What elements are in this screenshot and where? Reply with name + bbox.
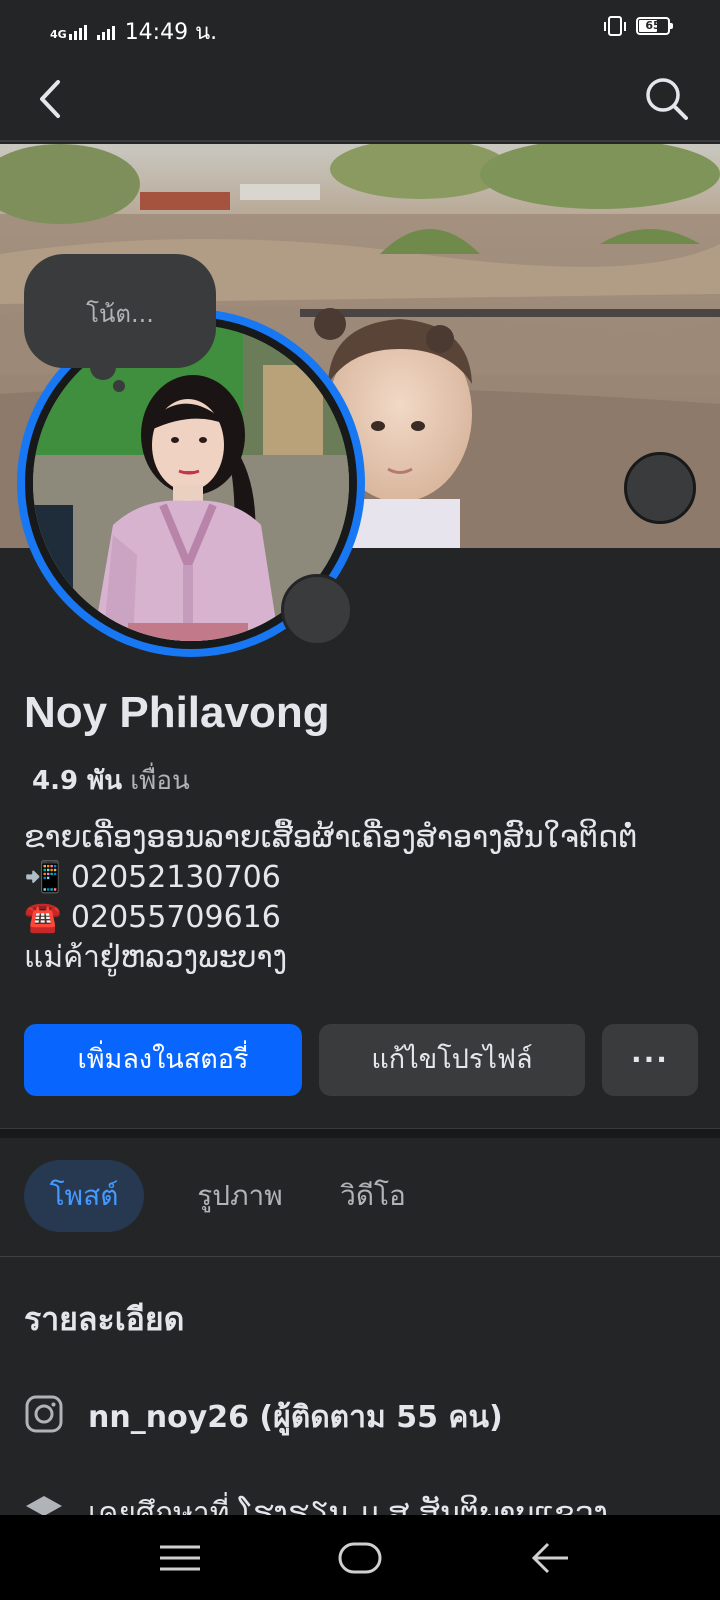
bio-line: แม่ค้าຢູ່ຫລວງພະບາງ xyxy=(24,940,288,975)
signal-icon-2 xyxy=(96,24,115,40)
app-header xyxy=(0,56,720,142)
network-type: 4G xyxy=(50,27,67,41)
more-options-button[interactable]: ··· xyxy=(602,1024,698,1096)
avatar-camera-button[interactable] xyxy=(281,574,353,646)
instagram-icon xyxy=(25,1395,63,1433)
clock: 14:49 น. xyxy=(124,20,218,45)
cover-camera-button[interactable] xyxy=(624,452,696,524)
friends-label: เพื่อน xyxy=(130,766,190,796)
vibrate-icon xyxy=(604,16,626,36)
status-right: 65 xyxy=(604,16,673,36)
tab-photos[interactable]: รูปภาพ xyxy=(170,1160,310,1232)
battery-icon: 65 xyxy=(636,17,673,35)
menu-icon xyxy=(160,1545,200,1571)
note-bubble[interactable]: โน้ต... xyxy=(24,254,216,368)
battery-level: 65 xyxy=(645,19,661,32)
edit-profile-button[interactable]: แก้ไขโปรไฟล์ xyxy=(319,1024,585,1096)
system-nav-bar xyxy=(0,1515,720,1600)
back-button[interactable] xyxy=(28,74,78,124)
signal-icon xyxy=(68,24,87,40)
instagram-handle: nn_noy26 (ผู้ติดตาม 55 คน) xyxy=(88,1400,503,1435)
add-to-story-button[interactable]: เพิ่มลงในสตอรี่ xyxy=(24,1024,302,1096)
system-back-button[interactable] xyxy=(520,1533,580,1583)
home-button[interactable] xyxy=(330,1533,390,1583)
recent-apps-button[interactable] xyxy=(150,1533,210,1583)
status-bar: 4G 14:49 น. 65 xyxy=(0,0,720,56)
bio-line: ຂາຍເຄື່ອງອອນລາຍເສື້ອຜ້າເຄື່ອງສຳອາງສົນໃຈຕ… xyxy=(24,820,638,855)
status-left: 4G 14:49 น. xyxy=(50,14,217,49)
back-arrow-icon xyxy=(531,1542,568,1574)
bio-line: ☎️ 02055709616 xyxy=(24,900,281,935)
chevron-left-icon xyxy=(40,80,60,118)
profile-name: Noy Philavong xyxy=(24,688,330,737)
details-heading: รายละเอียด xyxy=(24,1300,185,1338)
profile-actions: เพิ่มลงในสตอรี่ แก้ไขโปรไฟล์ ··· xyxy=(24,1024,698,1096)
profile-tabs: โพสต์ รูปภาพ วิดีโอ xyxy=(0,1160,720,1232)
search-icon xyxy=(646,78,688,120)
note-placeholder: โน้ต... xyxy=(86,300,154,328)
friends-count: 4.9 พัน xyxy=(32,766,123,796)
section-divider xyxy=(0,1128,720,1138)
tabs-divider xyxy=(0,1256,720,1257)
bio: ຂາຍເຄື່ອງອອນລາຍເສື້ອຜ້າເຄື່ອງສຳອາງສົນໃຈຕ… xyxy=(24,818,704,978)
detail-instagram[interactable]: nn_noy26 (ผู้ติดตาม 55 คน) xyxy=(24,1390,704,1440)
home-icon xyxy=(338,1542,382,1574)
bio-line: 📲 02052130706 xyxy=(24,860,281,895)
note-bubble-tail-small xyxy=(113,380,125,392)
search-button[interactable] xyxy=(642,74,692,124)
friends-count-link[interactable]: 4.9 พัน เพื่อน xyxy=(32,760,190,801)
tab-videos[interactable]: วิดีโอ xyxy=(318,1160,428,1232)
note-bubble-tail xyxy=(90,354,116,380)
tab-posts[interactable]: โพสต์ xyxy=(24,1160,144,1232)
